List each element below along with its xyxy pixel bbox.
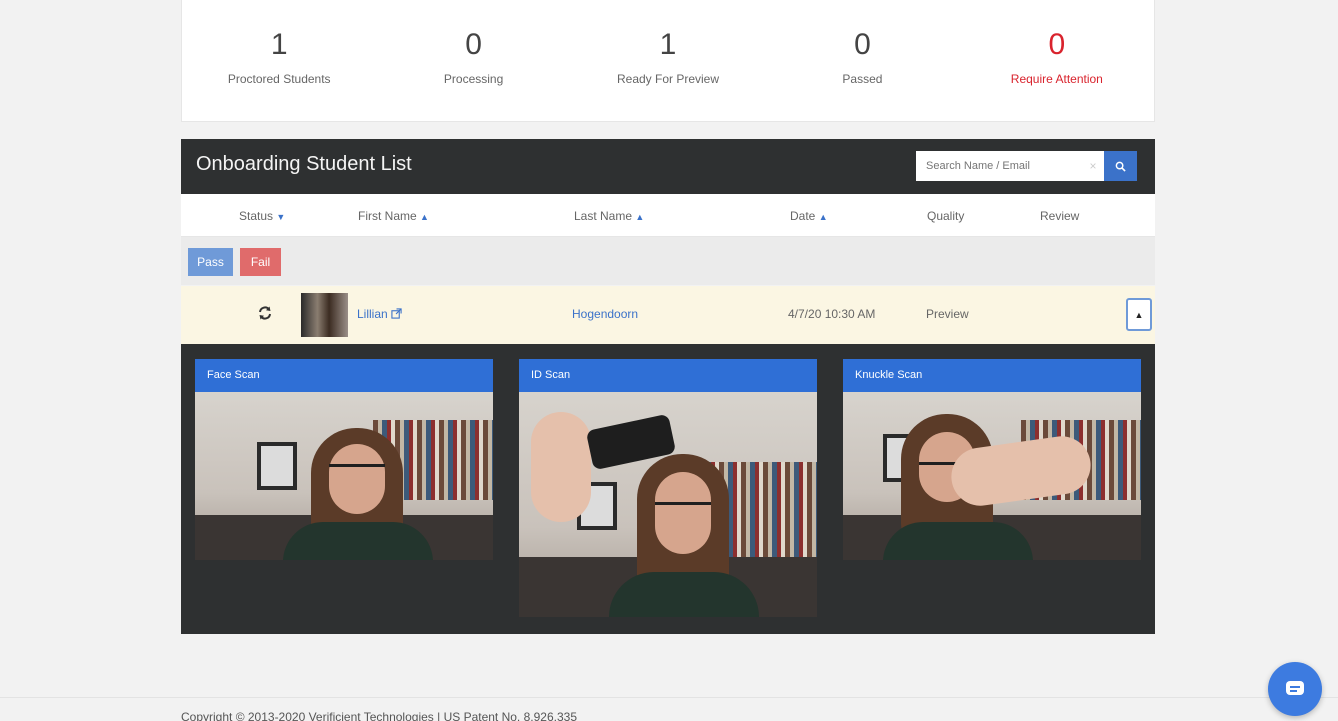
scan-title: ID Scan: [519, 359, 817, 392]
column-label: Last Name: [574, 209, 633, 223]
date-cell: 4/7/20 10:30 AM: [788, 307, 876, 321]
id-scan-card: ID Scan: [519, 359, 817, 617]
knuckle-scan-card: Knuckle Scan: [843, 359, 1141, 560]
column-last-name[interactable]: Last Name ▲︎: [574, 209, 644, 223]
face-scan-image[interactable]: [195, 392, 493, 560]
column-status[interactable]: Status ▼: [239, 209, 285, 223]
column-quality: Quality: [927, 209, 965, 223]
column-date[interactable]: Date ▲︎: [790, 209, 828, 223]
page-title: Onboarding Student List: [196, 153, 412, 175]
stat-value: 0: [1048, 28, 1066, 61]
column-label: Status: [239, 209, 274, 223]
collapse-row-button[interactable]: ▲: [1126, 298, 1152, 331]
table-header: Status ▼ First Name ▲︎ Last Name ▲︎ Date…: [181, 194, 1155, 237]
first-name-text: Lillian: [357, 307, 388, 321]
pass-button[interactable]: Pass: [188, 248, 233, 276]
sort-icon: ▲︎: [818, 212, 828, 222]
column-first-name[interactable]: First Name ▲︎: [358, 209, 429, 223]
chat-icon: [1286, 681, 1304, 695]
first-name-link[interactable]: Lillian: [357, 307, 402, 321]
sort-icon: ▲︎: [635, 212, 645, 222]
stat-label: Processing: [443, 72, 504, 86]
stat-label: Ready For Preview: [616, 72, 720, 86]
copyright-text: Copyright © 2013-2020 Verificient Techno…: [181, 710, 577, 721]
stat-processing: 0 Processing: [376, 0, 570, 121]
last-name-link[interactable]: Hogendoorn: [572, 307, 638, 321]
chat-button[interactable]: [1268, 662, 1322, 716]
stat-passed: 0 Passed: [765, 0, 959, 121]
id-scan-image[interactable]: [519, 392, 817, 617]
scan-title: Face Scan: [195, 359, 493, 392]
external-link-icon: [391, 308, 402, 319]
caret-down-icon: ▼: [276, 212, 286, 222]
stat-value: 0: [465, 28, 482, 61]
column-label: First Name: [358, 209, 417, 223]
search-icon: [1115, 161, 1126, 172]
column-review: Review: [1040, 209, 1080, 223]
fail-button[interactable]: Fail: [240, 248, 281, 276]
refresh-icon[interactable]: [257, 305, 273, 321]
student-thumbnail[interactable]: [301, 293, 348, 337]
table-row[interactable]: Lillian Hogendoorn 4/7/20 10:30 AM Previ…: [181, 286, 1155, 344]
student-list-header: Onboarding Student List ×: [181, 139, 1155, 194]
quality-cell: Preview: [926, 307, 969, 321]
search-input[interactable]: [916, 151, 1082, 181]
stat-value: 1: [659, 28, 677, 61]
search-button[interactable]: [1104, 151, 1137, 181]
scan-title: Knuckle Scan: [843, 359, 1141, 392]
stat-label: Require Attention: [1010, 72, 1103, 86]
stat-require-attention: 0 Require Attention: [960, 0, 1154, 121]
clear-search-button[interactable]: ×: [1082, 151, 1104, 181]
stats-panel: 1 Proctored Students 0 Processing 1 Read…: [181, 0, 1155, 122]
stat-value: 1: [270, 28, 288, 61]
bulk-action-bar: Pass Fail: [181, 237, 1155, 285]
stat-label: Passed: [842, 72, 883, 86]
face-scan-card: Face Scan: [195, 359, 493, 560]
scan-panel: Face Scan ID Scan Knuckle Scan: [181, 344, 1155, 634]
knuckle-scan-image[interactable]: [843, 392, 1141, 560]
stat-proctored: 1 Proctored Students: [182, 0, 376, 121]
footer: Copyright © 2013-2020 Verificient Techno…: [0, 697, 1338, 721]
search-bar: ×: [916, 151, 1137, 181]
column-label: Date: [790, 209, 816, 223]
sort-icon: ▲︎: [420, 212, 429, 222]
stat-ready-for-preview: 1 Ready For Preview: [571, 0, 765, 121]
caret-up-icon: ▲: [1134, 309, 1144, 320]
stat-label: Proctored Students: [227, 72, 331, 86]
stat-value: 0: [854, 28, 871, 61]
